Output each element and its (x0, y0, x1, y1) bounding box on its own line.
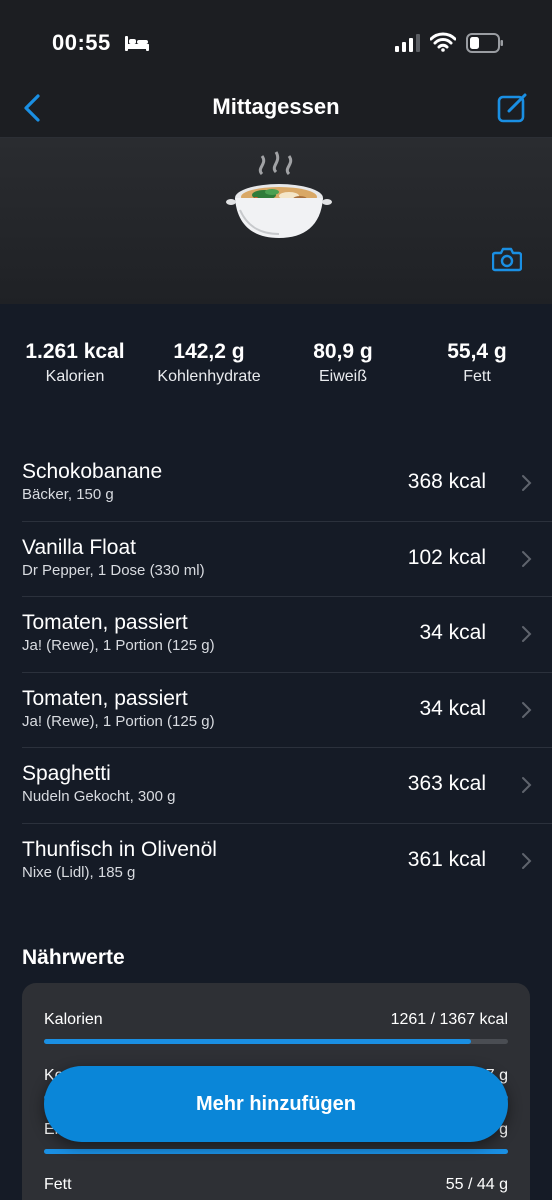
meal-image-area (0, 138, 552, 304)
food-kcal: 361 kcal (407, 847, 486, 871)
wifi-icon (430, 32, 456, 52)
add-more-button[interactable]: Mehr hinzufügen (44, 1066, 508, 1142)
nutrient-row-calories: Kalorien 1261 / 1367 kcal (44, 1011, 508, 1071)
food-kcal: 34 kcal (419, 621, 486, 645)
food-kcal: 34 kcal (419, 696, 486, 720)
chevron-right-icon (522, 777, 532, 794)
food-detail: Ja! (Rewe), 1 Portion (125 g) (22, 637, 215, 655)
edit-icon[interactable] (496, 92, 530, 124)
chevron-right-icon (522, 701, 532, 718)
meal-detail-screen: 00:55 Mittagessen 1.261 kcal Kalorien 14… (0, 0, 552, 1200)
camera-icon[interactable] (492, 246, 522, 272)
food-detail: Nudeln Gekocht, 300 g (22, 788, 176, 806)
food-kcal: 368 kcal (407, 470, 486, 493)
progress-fill (44, 1039, 471, 1044)
food-detail: Nixe (Lidl), 185 g (22, 863, 136, 881)
summary-value: 80,9 g (313, 340, 373, 363)
chevron-right-icon (522, 852, 532, 869)
food-name: Spaghetti (22, 762, 111, 786)
summary-calories: 1.261 kcal Kalorien (6, 340, 144, 386)
summary-fat: 55,4 g Fett (408, 340, 546, 386)
status-bar: 00:55 (0, 0, 552, 80)
sleep-mode-bed-icon (125, 36, 149, 51)
food-list-item[interactable]: Thunfisch in Olivenöl Nixe (Lidl), 185 g… (22, 824, 552, 900)
summary-label: Kalorien (45, 368, 105, 385)
chevron-right-icon (522, 626, 532, 643)
soup-bowl-icon (226, 151, 332, 238)
summary-value: 1.261 kcal (25, 340, 125, 363)
page-title: Mittagessen (212, 94, 340, 119)
food-list-item[interactable]: Vanilla Float Dr Pepper, 1 Dose (330 ml)… (22, 522, 552, 598)
summary-value: 142,2 g (173, 340, 245, 363)
summary-label: Fett (463, 368, 491, 385)
status-time: 00:55 (52, 30, 111, 55)
nutrients-section-title: Nährwerte (22, 946, 125, 969)
food-name: Tomaten, passiert (22, 611, 188, 635)
progress-track (44, 1149, 508, 1154)
navigation-bar: Mittagessen (0, 80, 552, 138)
cellular-signal-icon (395, 34, 420, 52)
food-kcal: 102 kcal (407, 545, 486, 569)
food-name: Thunfisch in Olivenöl (22, 837, 217, 861)
battery-icon (466, 33, 503, 53)
summary-carbs: 142,2 g Kohlenhydrate (140, 340, 278, 386)
food-detail: Ja! (Rewe), 1 Portion (125 g) (22, 712, 215, 730)
food-kcal: 363 kcal (407, 772, 486, 796)
food-detail: Dr Pepper, 1 Dose (330 ml) (22, 561, 205, 579)
summary-protein: 80,9 g Eiweiß (274, 340, 412, 386)
nutrient-label: Kalorien (44, 1011, 103, 1028)
food-list-item[interactable]: Tomaten, passiert Ja! (Rewe), 1 Portion … (22, 597, 552, 673)
food-list: Schokobanane Bäcker, 150 g 368 kcal Vani… (0, 446, 552, 900)
summary-label: Eiweiß (318, 368, 367, 385)
food-name: Schokobanane (22, 460, 163, 483)
nutrient-value: 55 / 44 g (445, 1176, 508, 1193)
progress-track (44, 1039, 508, 1044)
nutrient-row-fat: Fett 55 / 44 g (44, 1176, 508, 1200)
food-list-item[interactable]: Spaghetti Nudeln Gekocht, 300 g 363 kcal (22, 748, 552, 824)
food-name: Vanilla Float (22, 535, 137, 559)
nutrient-label: Fett (44, 1176, 72, 1193)
summary-value: 55,4 g (447, 340, 507, 363)
nutrient-value: 1261 / 1367 kcal (390, 1011, 508, 1028)
summary-label: Kohlenhydrate (157, 368, 261, 385)
food-detail: Bäcker, 150 g (22, 486, 114, 503)
nutrition-summary: 1.261 kcal Kalorien 142,2 g Kohlenhydrat… (0, 340, 552, 410)
progress-fill (44, 1149, 508, 1154)
food-list-item[interactable]: Tomaten, passiert Ja! (Rewe), 1 Portion … (22, 673, 552, 749)
chevron-right-icon (522, 475, 532, 491)
chevron-right-icon (522, 550, 532, 567)
food-name: Tomaten, passiert (22, 686, 188, 710)
food-list-item[interactable]: Schokobanane Bäcker, 150 g 368 kcal (22, 446, 552, 522)
